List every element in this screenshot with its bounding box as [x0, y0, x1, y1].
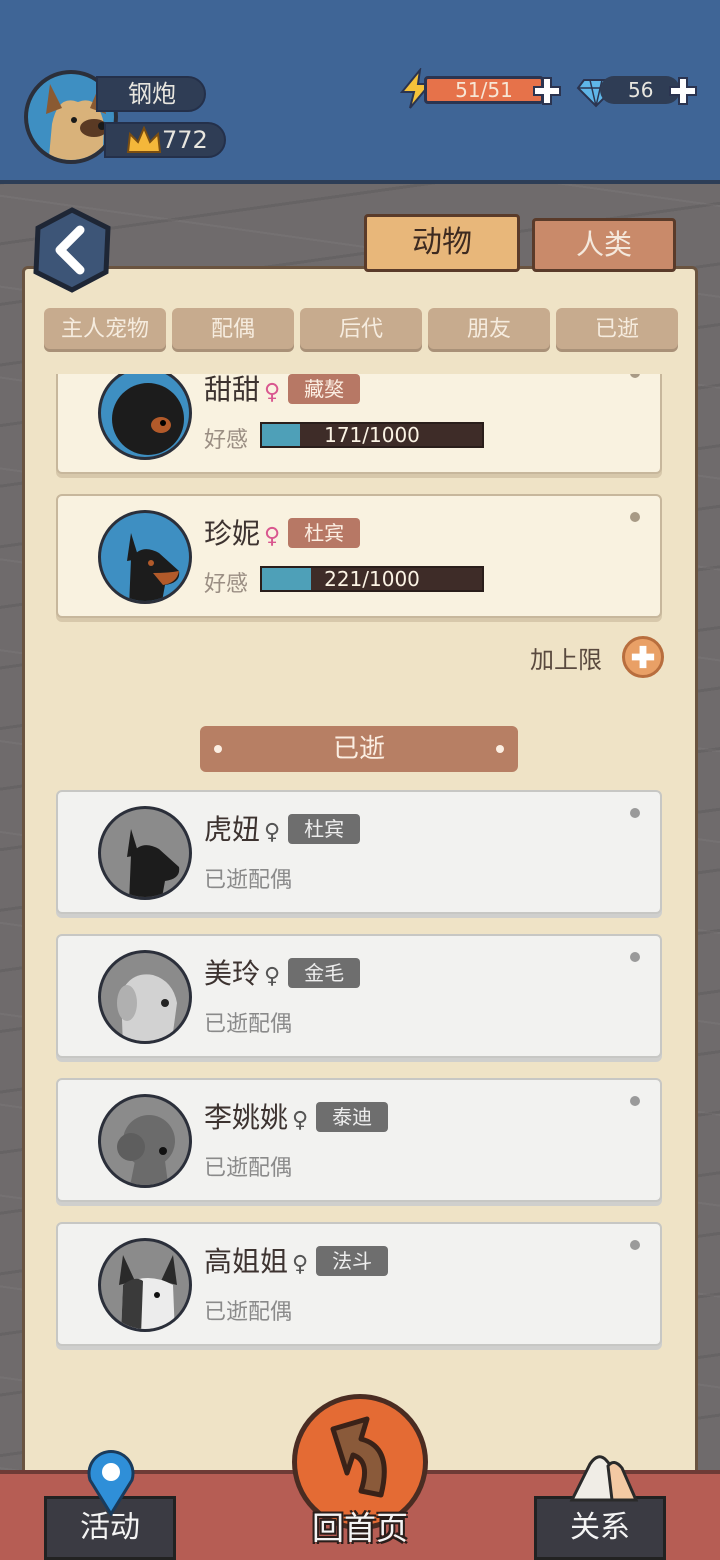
- pet-name: 李姚姚: [204, 1101, 289, 1134]
- affinity-bar: 221/1000: [260, 566, 484, 592]
- list-item[interactable]: 甜甜 ♀ 藏獒 好感 171/1000: [56, 374, 662, 474]
- pet-avatar: [98, 950, 192, 1044]
- list-item[interactable]: 李姚姚 ♀ 泰迪 已逝配偶: [56, 1078, 662, 1202]
- affinity-value: 221/1000: [324, 567, 420, 591]
- breed-badge: 杜宾: [288, 814, 361, 844]
- pet-name: 甜甜: [204, 374, 261, 406]
- energy-counter: 51/51: [424, 76, 544, 104]
- pet-avatar: [98, 510, 192, 604]
- map-pin-icon: [87, 1449, 135, 1516]
- back-button[interactable]: [32, 206, 112, 294]
- card-dot: [630, 1096, 640, 1106]
- status-label: 已逝配偶: [204, 868, 293, 893]
- player-score-box: 772: [104, 122, 226, 158]
- list-item[interactable]: 珍妮 ♀ 杜宾 好感 221/1000: [56, 494, 662, 618]
- pet-name: 高姐姐: [204, 1245, 289, 1278]
- pet-avatar: [98, 374, 192, 460]
- card-dot: [630, 952, 640, 962]
- list-item[interactable]: 虎妞 ♀ 杜宾 已逝配偶: [56, 790, 662, 914]
- list-item[interactable]: 美玲 ♀ 金毛 已逝配偶: [56, 934, 662, 1058]
- breed-badge: 泰迪: [316, 1102, 389, 1132]
- pet-avatar: [98, 1094, 192, 1188]
- card-dot: [630, 512, 640, 522]
- female-icon: ♀: [292, 1108, 309, 1133]
- pet-name: 虎妞: [204, 813, 261, 846]
- breed-badge: 藏獒: [288, 374, 361, 404]
- add-limit-button[interactable]: [622, 636, 664, 678]
- crown-icon: [126, 126, 162, 153]
- card-dot: [630, 808, 640, 818]
- add-gems-icon[interactable]: [668, 76, 698, 106]
- card-dot: [630, 1240, 640, 1250]
- nav-relations-button[interactable]: 关系: [534, 1496, 666, 1560]
- subtab-deceased[interactable]: 已逝: [556, 308, 678, 352]
- tab-humans[interactable]: 人类: [532, 218, 676, 272]
- affinity-label: 好感: [204, 572, 249, 597]
- affinity-label: 好感: [204, 428, 249, 453]
- player-name: 钢炮: [96, 76, 206, 112]
- handshake-icon: [569, 1455, 639, 1502]
- nav-relations-label: 关系: [570, 1510, 630, 1545]
- female-icon: ♀: [264, 524, 281, 549]
- subtab-bar: 主人宠物 配偶 后代 朋友 已逝: [44, 308, 678, 354]
- pet-name: 美玲: [204, 957, 261, 990]
- subtab-owner-pets[interactable]: 主人宠物: [44, 308, 166, 352]
- subtab-offspring[interactable]: 后代: [300, 308, 422, 352]
- subtab-friends[interactable]: 朋友: [428, 308, 550, 352]
- add-limit-label[interactable]: 加上限: [530, 640, 602, 675]
- breed-badge: 金毛: [288, 958, 361, 988]
- breed-badge: 杜宾: [288, 518, 361, 548]
- tab-animals[interactable]: 动物: [364, 214, 520, 272]
- status-label: 已逝配偶: [204, 1012, 293, 1037]
- breed-badge: 法斗: [316, 1246, 389, 1276]
- affinity-bar: 171/1000: [260, 422, 484, 448]
- pet-avatar: [98, 806, 192, 900]
- add-energy-icon[interactable]: [532, 76, 562, 106]
- pet-avatar: [98, 1238, 192, 1332]
- female-icon: ♀: [264, 964, 281, 989]
- female-icon: ♀: [264, 820, 281, 845]
- pet-name: 珍妮: [204, 517, 261, 550]
- female-icon: ♀: [292, 1252, 309, 1277]
- list-item[interactable]: 高姐姐 ♀ 法斗 已逝配偶: [56, 1222, 662, 1346]
- female-icon: ♀: [264, 380, 281, 405]
- affinity-value: 171/1000: [324, 423, 420, 447]
- deceased-section-header: 已逝: [200, 726, 518, 772]
- player-score: 772: [162, 126, 208, 154]
- status-label: 已逝配偶: [204, 1300, 293, 1325]
- home-label: 回首页: [311, 1509, 408, 1547]
- status-label: 已逝配偶: [204, 1156, 293, 1181]
- card-dot: [630, 374, 640, 378]
- subtab-spouse[interactable]: 配偶: [172, 308, 294, 352]
